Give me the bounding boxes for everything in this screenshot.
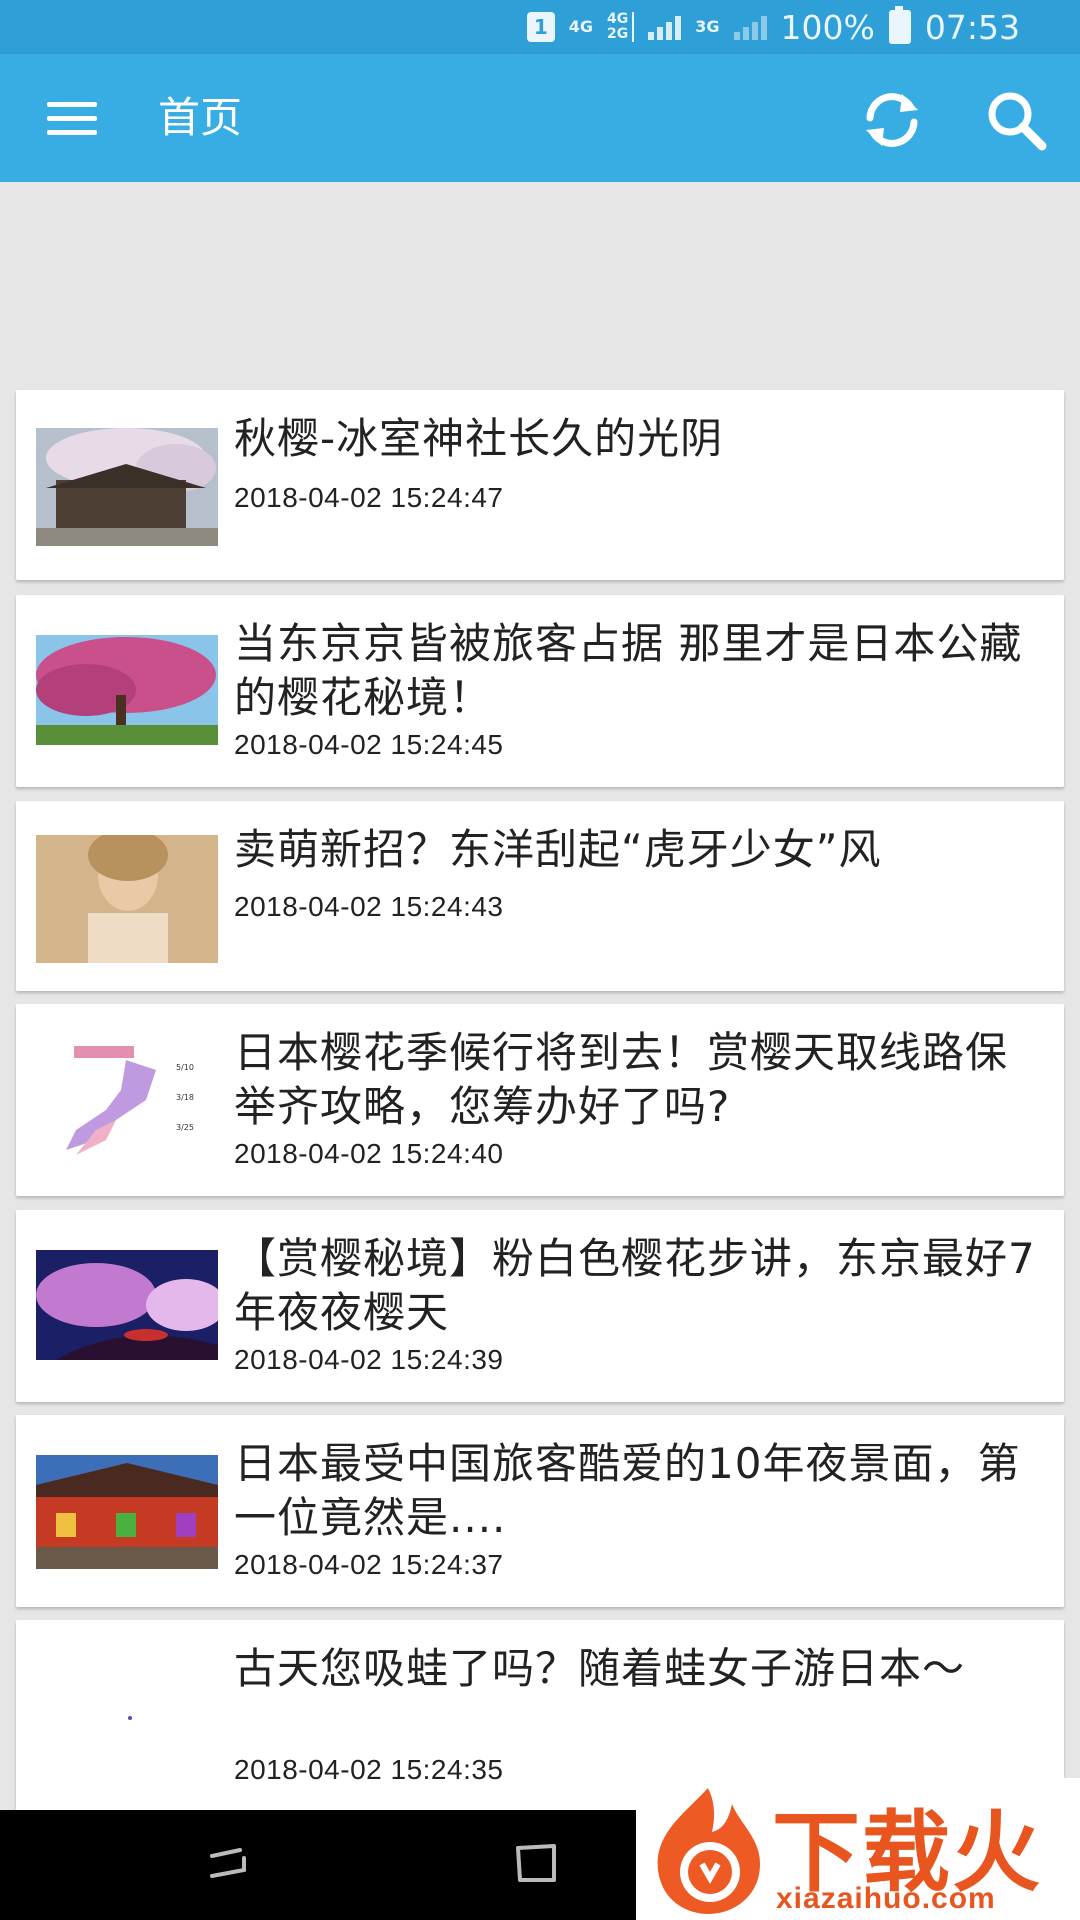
signal-icon (648, 14, 682, 40)
app-bar: 首页 (0, 54, 1080, 182)
network-4g2g-indicator: 4G 2G (607, 11, 635, 42)
list-item[interactable]: 日本最受中国旅客酷爱的10年夜景面，第一位竟然是.... 2018-04-02 … (16, 1415, 1064, 1607)
article-thumbnail (36, 428, 218, 546)
article-thumbnail (36, 1250, 218, 1360)
list-item[interactable]: 卖萌新招？东洋刮起“虎牙少女”风 2018-04-02 15:24:43 (16, 801, 1064, 991)
overview-icon[interactable] (504, 1834, 568, 1894)
network-4g-label: 4G (568, 17, 594, 36)
article-time: 2018-04-02 15:24:45 (234, 729, 504, 760)
flame-logo-icon (657, 1788, 760, 1914)
article-time: 2018-04-02 15:24:39 (234, 1344, 504, 1375)
network-4g2g-top: 4G (607, 11, 629, 27)
svg-text:5/10: 5/10 (176, 1063, 194, 1072)
article-thumbnail (36, 635, 218, 745)
sim-badge: 1 (526, 12, 555, 42)
page-title: 首页 (158, 93, 243, 142)
signal-icon-2 (733, 14, 767, 40)
article-title: 【赏樱秘境】粉白色樱花步讲，东京最好7年夜夜樱天 (234, 1234, 1036, 1337)
list-item[interactable]: 【赏樱秘境】粉白色樱花步讲，东京最好7年夜夜樱天 2018-04-02 15:2… (16, 1210, 1064, 1402)
list-item[interactable]: 当东京京皆被旅客占据 那里才是日本公藏的樱花秘境！ 2018-04-02 15:… (16, 595, 1064, 787)
network-4g2g-bottom: 2G (607, 26, 629, 42)
search-icon[interactable] (980, 84, 1052, 156)
article-time: 2018-04-02 15:24:43 (234, 891, 504, 922)
article-time: 2018-04-02 15:24:47 (234, 482, 504, 513)
article-title: 日本樱花季候行将到去！赏樱天取线路保举齐攻略，您筹办好了吗? (234, 1028, 1009, 1131)
list-item[interactable]: 秋樱-冰室神社长久的光阴 2018-04-02 15:24:47 (16, 390, 1064, 580)
article-title: 秋樱-冰室神社长久的光阴 (234, 414, 724, 463)
article-title: 日本最受中国旅客酷爱的10年夜景面，第一位竟然是.... (234, 1439, 1021, 1542)
article-thumbnail (36, 835, 218, 963)
status-icons: 1 4G 4G 2G 3G 100% 07:53 (526, 0, 1020, 54)
article-time: 2018-04-02 15:24:40 (234, 1138, 504, 1169)
svg-text:3/25: 3/25 (176, 1123, 194, 1132)
article-title: 古天您吸蛙了吗？随着蛙女子游日本～ (234, 1644, 966, 1693)
svg-text:3/18: 3/18 (176, 1093, 194, 1102)
article-title: 当东京京皆被旅客占据 那里才是日本公藏的樱花秘境！ (234, 619, 1023, 722)
article-time: 2018-04-02 15:24:37 (234, 1549, 504, 1580)
status-bar: 1 4G 4G 2G 3G 100% 07:53 (0, 0, 1080, 54)
clock: 07:53 (924, 7, 1020, 47)
banner-placeholder (0, 182, 1080, 382)
article-title: 卖萌新招？东洋刮起“虎牙少女”风 (234, 825, 882, 874)
article-thumbnail: 5/10 3/18 3/25 (36, 1040, 218, 1164)
recent-apps-icon[interactable] (200, 1834, 264, 1894)
battery-icon (888, 6, 911, 44)
watermark-logo: 下载火 xiazaihuo.com (636, 1778, 1080, 1920)
battery-percent: 100% (780, 7, 875, 47)
article-thumbnail (36, 1455, 218, 1569)
refresh-icon[interactable] (856, 84, 928, 156)
watermark-url: xiazaihuo.com (776, 1882, 996, 1915)
article-time: 2018-04-02 15:24:35 (234, 1754, 504, 1785)
article-thumbnail (36, 1660, 218, 1778)
hamburger-menu-icon[interactable] (36, 88, 108, 148)
list-item[interactable]: 5/10 3/18 3/25 日本樱花季候行将到去！赏樱天取线路保举齐攻略，您筹… (16, 1004, 1064, 1196)
network-3g-label: 3G (695, 17, 720, 36)
